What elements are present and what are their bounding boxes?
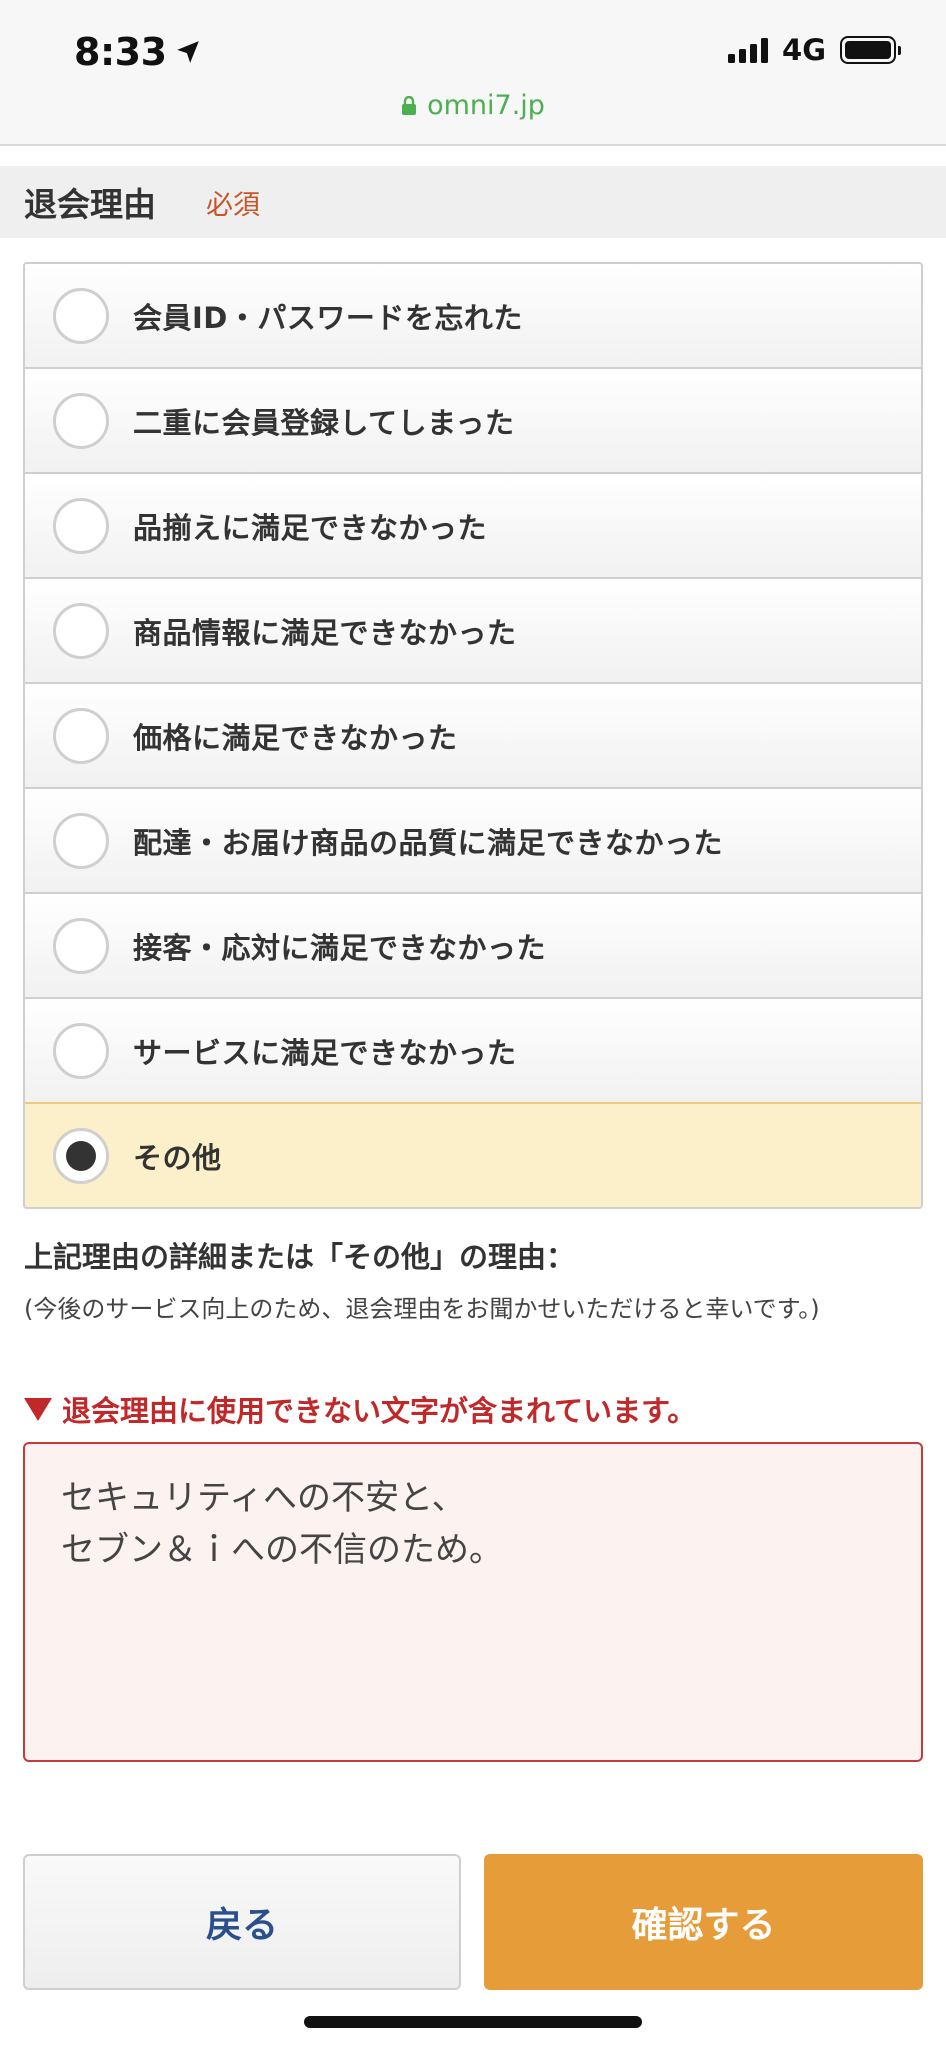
network-type: 4G (782, 33, 826, 67)
reason-option-label: 二重に会員登録してしまった (133, 405, 515, 440)
radio-button[interactable] (53, 287, 109, 344)
section-header: 退会理由 必須 (0, 166, 946, 238)
reason-option-other[interactable]: その他 (25, 1102, 921, 1207)
reason-options: 会員ID・パスワードを忘れた 二重に会員登録してしまった 品揃えに満足できなかっ… (23, 262, 923, 1209)
home-indicator[interactable] (304, 2016, 642, 2028)
reason-option[interactable]: 二重に会員登録してしまった (25, 369, 921, 474)
error-text: 退会理由に使用できない文字が含まれています。 (62, 1394, 697, 1428)
radio-button-selected[interactable] (53, 1127, 109, 1184)
section-title: 退会理由 (24, 185, 156, 224)
reason-option-label: 価格に満足できなかった (133, 720, 458, 755)
lock-icon (402, 95, 417, 115)
details-label: 上記理由の詳細または「その他」の理由： (24, 1240, 576, 1274)
reason-option-label: その他 (133, 1140, 222, 1175)
reason-option-label: 接客・応対に満足できなかった (133, 930, 547, 965)
battery-icon (840, 36, 901, 64)
details-note: (今後のサービス向上のため、退会理由をお聞かせいただけると幸いです。) (24, 1295, 820, 1323)
location-arrow-icon (176, 41, 199, 63)
confirm-button[interactable]: 確認する (484, 1854, 923, 1990)
down-triangle-icon (24, 1398, 52, 1421)
back-button[interactable]: 戻る (23, 1854, 461, 1990)
reason-option-label: 品揃えに満足できなかった (133, 510, 488, 545)
error-message: 退会理由に使用できない文字が含まれています。 (24, 1388, 696, 1430)
radio-button[interactable] (53, 1022, 109, 1079)
reason-option-label: 商品情報に満足できなかった (133, 615, 517, 650)
url-domain: omni7.jp (427, 90, 545, 121)
browser-top-bar: 8:33 4G omni7.jp (0, 0, 946, 146)
reason-option[interactable]: 配達・お届け商品の品質に満足できなかった (25, 789, 921, 894)
status-icons: 4G (728, 33, 901, 67)
radio-button[interactable] (53, 707, 109, 764)
reason-option[interactable]: サービスに満足できなかった (25, 999, 921, 1104)
signal-icon (728, 37, 769, 63)
radio-button[interactable] (53, 392, 109, 449)
reason-option-label: 配達・お届け商品の品質に満足できなかった (133, 825, 724, 860)
reason-option[interactable]: 品揃えに満足できなかった (25, 474, 921, 579)
status-time-text: 8:33 (74, 30, 167, 74)
status-time: 8:33 (74, 30, 201, 74)
reason-option[interactable]: 商品情報に満足できなかった (25, 579, 921, 684)
reason-textarea[interactable]: セキュリティへの不安と、 セブン＆ｉへの不信のため。 (23, 1442, 923, 1762)
reason-option[interactable]: 接客・応対に満足できなかった (25, 894, 921, 999)
radio-button[interactable] (53, 812, 109, 869)
radio-button[interactable] (53, 497, 109, 554)
radio-button[interactable] (53, 602, 109, 659)
required-badge: 必須 (206, 189, 260, 221)
reason-option-label: 会員ID・パスワードを忘れた (133, 300, 523, 335)
reason-option-label: サービスに満足できなかった (133, 1035, 517, 1070)
reason-option[interactable]: 価格に満足できなかった (25, 684, 921, 789)
url-bar[interactable]: omni7.jp (0, 90, 946, 121)
radio-button[interactable] (53, 917, 109, 974)
reason-option[interactable]: 会員ID・パスワードを忘れた (25, 264, 921, 369)
